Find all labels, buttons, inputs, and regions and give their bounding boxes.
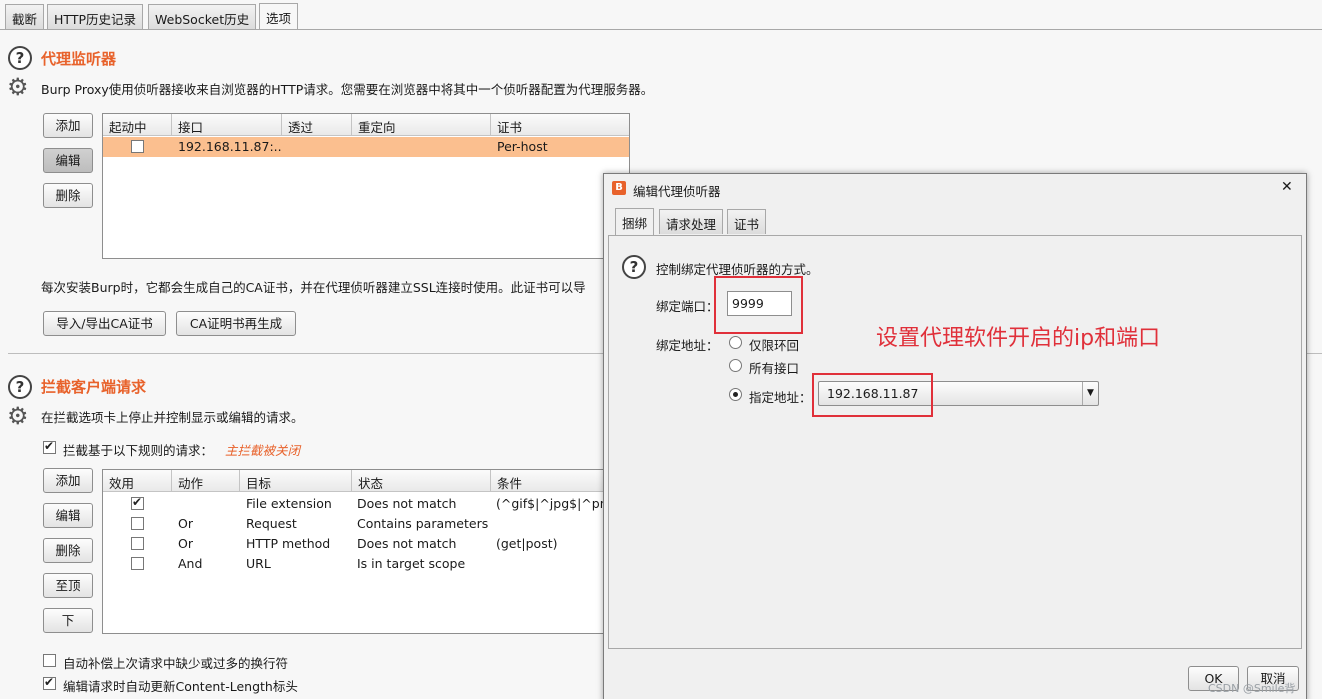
running-checkbox[interactable]	[131, 140, 144, 153]
master-intercept-off-note: 主拦截被关闭	[225, 443, 301, 458]
edit-rule-button[interactable]: 编辑	[43, 503, 93, 528]
tab-intercept[interactable]: 截断	[5, 4, 45, 29]
move-down-button[interactable]: 下	[43, 608, 93, 633]
relationship-cell: Does not match	[357, 496, 457, 511]
relationship-cell: Is in target scope	[357, 556, 466, 571]
rule-enabled-checkbox[interactable]	[131, 557, 144, 570]
move-top-button[interactable]: 至顶	[43, 573, 93, 598]
certificate-cell: Per-host	[497, 139, 548, 154]
edit-listener-button[interactable]: 编辑	[43, 148, 93, 173]
column-header-certificate[interactable]: 证书	[491, 114, 629, 136]
all-interfaces-radio[interactable]	[729, 359, 742, 372]
all-interfaces-label: 所有接口	[749, 361, 800, 376]
column-header-invisible[interactable]: 透过	[282, 114, 352, 136]
tab-options[interactable]: 选项	[259, 3, 299, 30]
relationship-cell: Does not match	[357, 536, 457, 551]
condition-cell: (^gif$|^jpg$|^png$|^c	[496, 496, 605, 511]
listeners-table: 起动中 接口 透过 重定向 证书 192.168.11.87:... Per-h…	[102, 113, 630, 259]
burp-logo-icon: B	[612, 181, 626, 195]
match-type-cell: URL	[246, 556, 271, 571]
update-content-length-checkbox[interactable]	[43, 675, 56, 690]
delete-listener-button[interactable]: 删除	[43, 183, 93, 208]
watermark: CSDN @Smile背	[1208, 682, 1296, 695]
loopback-only-label: 仅限环回	[749, 338, 800, 353]
auto-fix-newlines-checkbox[interactable]	[43, 654, 56, 667]
column-header-match-type[interactable]: 目标	[240, 470, 352, 492]
match-type-cell: HTTP method	[246, 536, 331, 551]
operator-cell: Or	[178, 516, 193, 531]
address-highlight-box	[812, 373, 933, 417]
table-row[interactable]: And URL Is in target scope	[103, 554, 605, 574]
chevron-down-icon[interactable]: ▼	[1082, 382, 1098, 405]
add-rule-button[interactable]: 添加	[43, 468, 93, 493]
annotation-text: 设置代理软件开启的ip和端口	[876, 326, 1161, 351]
dialog-title: 编辑代理侦听器	[633, 184, 721, 199]
intercept-rules-table: 效用 动作 目标 状态 条件 File extension Does not m…	[102, 469, 606, 634]
intercept-rules-checkbox[interactable]	[43, 439, 56, 454]
port-highlight-box	[714, 276, 803, 334]
column-header-condition[interactable]: 条件	[491, 470, 605, 492]
auto-fix-newlines-label: 自动补偿上次请求中缺少或过多的换行符	[63, 656, 289, 671]
add-listener-button[interactable]: 添加	[43, 113, 93, 138]
help-icon[interactable]: ?	[8, 375, 32, 399]
import-export-ca-button[interactable]: 导入/导出CA证书	[43, 311, 166, 336]
listeners-description: Burp Proxy使用侦听器接收来自浏览器的HTTP请求。您需要在浏览器中将其…	[41, 82, 654, 97]
loopback-only-radio[interactable]	[729, 336, 742, 349]
tab-binding[interactable]: 捆绑	[615, 208, 655, 235]
tab-request-handling[interactable]: 请求处理	[659, 209, 724, 234]
table-row[interactable]: 192.168.11.87:... Per-host	[103, 137, 629, 157]
operator-cell: And	[178, 556, 203, 571]
match-type-cell: File extension	[246, 496, 332, 511]
specific-address-radio[interactable]	[729, 388, 742, 401]
update-content-length-label: 编辑请求时自动更新Content-Length标头	[63, 679, 298, 694]
tab-certificate[interactable]: 证书	[727, 209, 767, 234]
column-header-redirect[interactable]: 重定向	[352, 114, 491, 136]
table-row[interactable]: File extension Does not match (^gif$|^jp…	[103, 494, 605, 514]
table-row[interactable]: Or Request Contains parameters	[103, 514, 605, 534]
regenerate-ca-button[interactable]: CA证明书再生成	[176, 311, 296, 336]
gear-icon[interactable]: ⚙	[7, 75, 29, 99]
column-header-relationship[interactable]: 状态	[352, 470, 491, 492]
rule-enabled-checkbox[interactable]	[131, 495, 144, 510]
column-header-running[interactable]: 起动中	[103, 114, 172, 136]
bind-port-label: 绑定端口：	[656, 299, 719, 314]
rule-enabled-checkbox[interactable]	[131, 537, 144, 550]
close-icon[interactable]: ✕	[1281, 179, 1293, 195]
help-icon[interactable]: ?	[8, 46, 32, 70]
specific-address-label: 指定地址：	[749, 390, 812, 405]
intercept-rules-label: 拦截基于以下规则的请求：	[63, 443, 214, 458]
column-header-operator[interactable]: 动作	[172, 470, 240, 492]
edit-proxy-listener-dialog: B 编辑代理侦听器 ✕ 捆绑 请求处理 证书 ? 控制绑定代理侦听器的方式。 绑…	[603, 173, 1307, 699]
tab-bar-divider	[0, 29, 1322, 30]
interface-cell: 192.168.11.87:...	[178, 139, 282, 154]
listeners-heading: 代理监听器	[41, 50, 117, 68]
match-type-cell: Request	[246, 516, 297, 531]
help-icon[interactable]: ?	[622, 255, 646, 279]
ca-description: 每次安装Burp时，它都会生成自己的CA证书，并在代理侦听器建立SSL连接时使用…	[41, 280, 586, 295]
rule-enabled-checkbox[interactable]	[131, 517, 144, 530]
gear-icon[interactable]: ⚙	[7, 404, 29, 428]
operator-cell: Or	[178, 536, 193, 551]
tab-websocket-history[interactable]: WebSocket历史	[148, 4, 257, 29]
delete-rule-button[interactable]: 删除	[43, 538, 93, 563]
column-header-interface[interactable]: 接口	[172, 114, 282, 136]
tab-http-history[interactable]: HTTP历史记录	[47, 4, 143, 29]
condition-cell: (get|post)	[496, 536, 558, 551]
relationship-cell: Contains parameters	[357, 516, 489, 531]
table-row[interactable]: Or HTTP method Does not match (get|post)	[103, 534, 605, 554]
intercept-heading: 拦截客户端请求	[41, 378, 147, 396]
column-header-enabled[interactable]: 效用	[103, 470, 172, 492]
bind-address-label: 绑定地址：	[656, 338, 719, 353]
intercept-description: 在拦截选项卡上停止并控制显示或编辑的请求。	[41, 410, 304, 425]
